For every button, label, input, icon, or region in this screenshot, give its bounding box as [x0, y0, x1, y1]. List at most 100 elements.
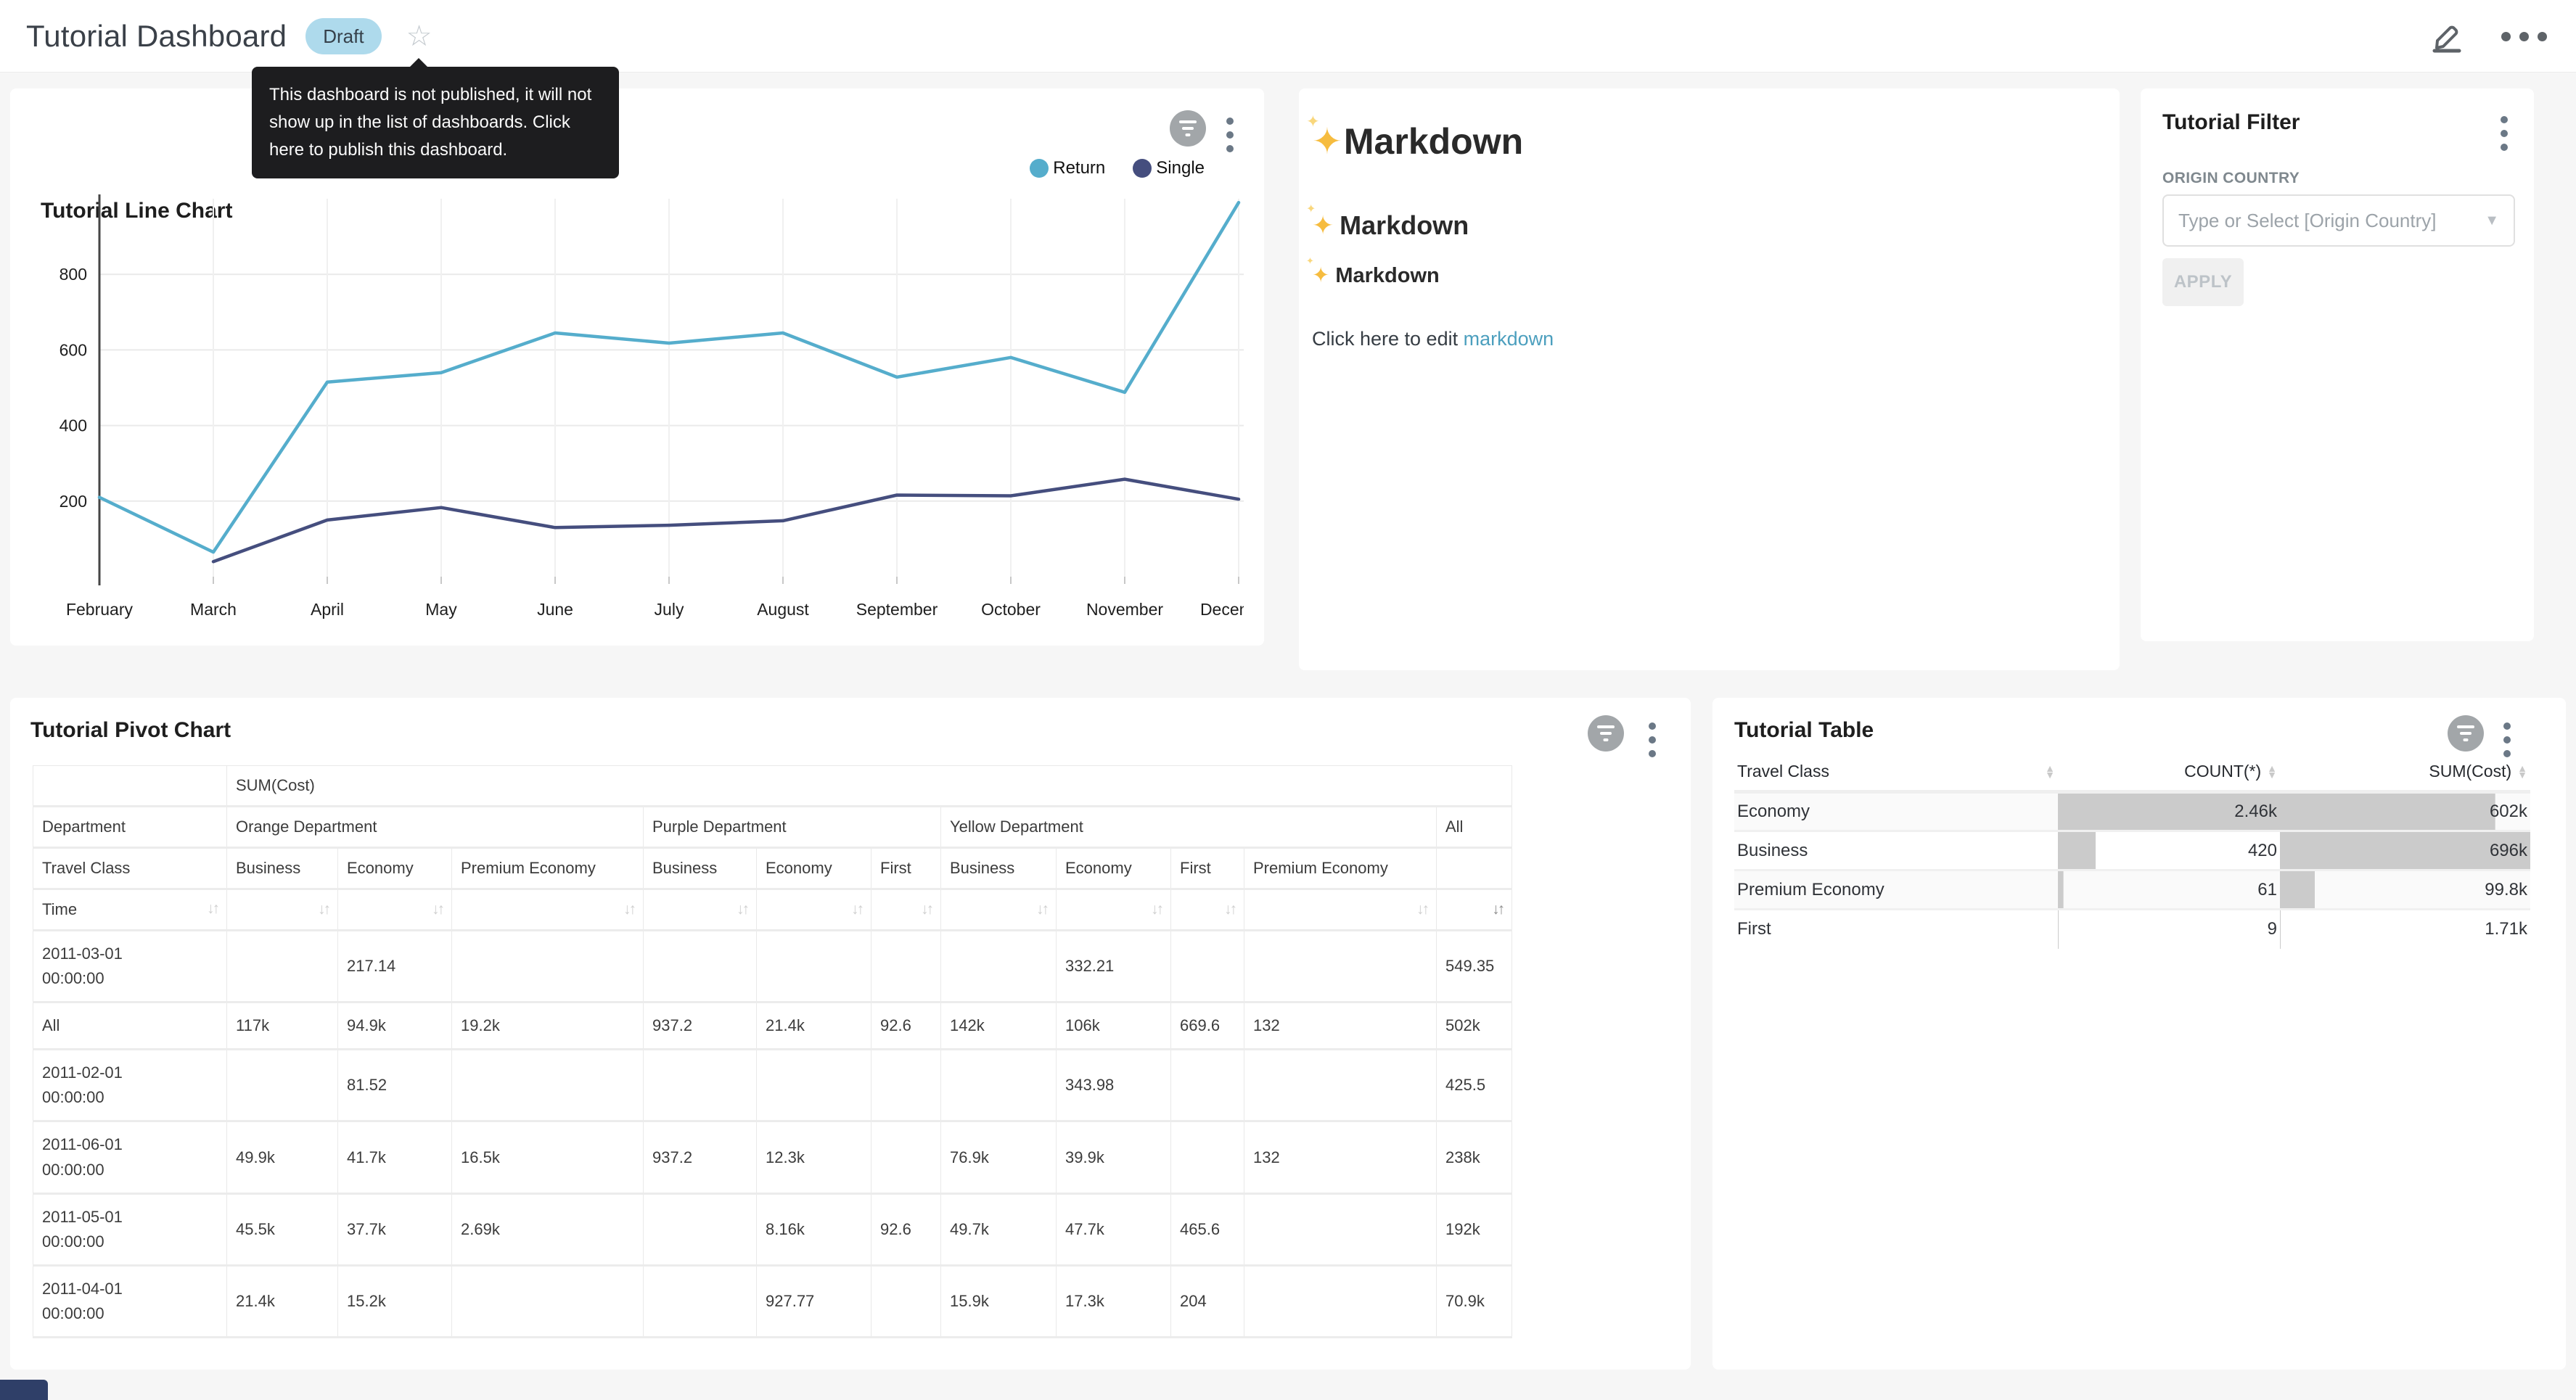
sort-toggle-icon[interactable]: ↓↑: [921, 901, 932, 918]
pivot-group-header: Purple Department: [644, 807, 941, 848]
sort-toggle-icon[interactable]: ↓↑: [1151, 901, 1162, 918]
pivot-table: SUM(Cost)DepartmentOrange DepartmentPurp…: [33, 765, 1514, 1338]
pivot-value-cell: [644, 1050, 757, 1121]
table-row[interactable]: Premium Economy 61 99.8k: [1734, 870, 2530, 910]
pivot-subcol-header: Economy: [757, 848, 871, 889]
pivot-value-cell: 465.6: [1171, 1193, 1244, 1265]
pivot-group-header: Yellow Department: [941, 807, 1437, 848]
svg-text:February: February: [66, 600, 134, 619]
table-row[interactable]: First 9 1.71k: [1734, 910, 2530, 949]
pivot-value-cell: 41.7k: [338, 1121, 452, 1193]
pivot-row-label: 2011-06-0100:00:00: [33, 1121, 227, 1193]
sort-toggle-icon[interactable]: ↓↑: [737, 901, 747, 918]
sort-carets-icon[interactable]: ▲▼: [2045, 765, 2055, 778]
col-header-travel-class[interactable]: Travel Class▲▼: [1734, 753, 2058, 792]
pivot-value-cell: 94.9k: [338, 1002, 452, 1050]
pivot-title: Tutorial Pivot Chart: [30, 718, 231, 743]
pivot-value-cell: [871, 1121, 941, 1193]
sort-toggle-icon[interactable]: ↓↑: [1036, 901, 1047, 918]
kebab-menu-icon[interactable]: [2498, 113, 2511, 154]
pivot-value-cell: [452, 1265, 644, 1337]
cell-travel-class: Premium Economy: [1734, 870, 2058, 910]
pivot-group-header: Orange Department: [227, 807, 644, 848]
filter-indicator-icon[interactable]: [1170, 110, 1206, 147]
pivot-value-cell: 92.6: [871, 1193, 941, 1265]
filter-title: Tutorial Filter: [2162, 110, 2300, 135]
sparkles-icon: [1312, 121, 1342, 162]
pivot-row-label: 2011-03-0100:00:00: [33, 931, 227, 1002]
pivot-value-cell: [1171, 1121, 1244, 1193]
pivot-value-cell: 343.98: [1057, 1050, 1171, 1121]
pivot-value-cell: [227, 1050, 338, 1121]
pivot-value-cell: 39.9k: [1057, 1121, 1171, 1193]
pivot-value-cell: [452, 931, 644, 1002]
pivot-value-cell: 49.9k: [227, 1121, 338, 1193]
cell-count: 420: [2058, 831, 2280, 870]
sort-carets-icon[interactable]: ▲▼: [2267, 765, 2277, 778]
pivot-value-cell: [1244, 931, 1437, 1002]
sort-descending-icon[interactable]: ↓↑: [1492, 901, 1503, 918]
line-chart-plot[interactable]: 200400600800FebruaryMarchAprilMayJuneJul…: [30, 181, 1244, 631]
filter-indicator-icon[interactable]: [1588, 715, 1624, 752]
edit-pencil-icon[interactable]: [2430, 20, 2464, 53]
pivot-value-cell: 132: [1244, 1002, 1437, 1050]
sort-toggle-icon[interactable]: ↓↑: [851, 901, 862, 918]
col-header-count[interactable]: COUNT(*)▲▼: [2058, 753, 2280, 792]
pivot-value-cell: 937.2: [644, 1121, 757, 1193]
pivot-value-cell: 332.21: [1057, 931, 1171, 1002]
legend-item-return[interactable]: Return: [1030, 158, 1105, 178]
pivot-value-cell: 8.16k: [757, 1193, 871, 1265]
pivot-value-cell: 15.9k: [941, 1265, 1057, 1337]
pivot-value-cell: [871, 1050, 941, 1121]
table-row[interactable]: Economy 2.46k 602k: [1734, 792, 2530, 831]
pivot-subcol-header: First: [871, 848, 941, 889]
pivot-subcol-header: Business: [941, 848, 1057, 889]
pivot-metric-label: SUM(Cost): [227, 766, 1512, 807]
cell-travel-class: Economy: [1734, 792, 2058, 831]
draft-badge[interactable]: Draft: [305, 18, 381, 54]
sort-toggle-icon[interactable]: ↓↑: [318, 901, 329, 918]
svg-text:December: December: [1200, 600, 1244, 619]
cell-sum-cost: 99.8k: [2280, 870, 2530, 910]
col-header-sum-cost[interactable]: SUM(Cost)▲▼: [2280, 753, 2530, 792]
pivot-travel-class-row: Travel ClassBusinessEconomyPremium Econo…: [33, 848, 1512, 889]
svg-text:July: July: [655, 600, 684, 619]
sort-toggle-icon[interactable]: ↓↑: [207, 900, 218, 918]
sort-toggle-icon[interactable]: ↓↑: [623, 901, 634, 918]
pivot-row-label: 2011-02-0100:00:00: [33, 1050, 227, 1121]
svg-text:June: June: [537, 600, 573, 619]
page-title: Tutorial Dashboard: [26, 19, 287, 54]
svg-text:September: September: [856, 600, 938, 619]
sort-toggle-icon[interactable]: ↓↑: [1224, 901, 1235, 918]
legend-item-single[interactable]: Single: [1133, 158, 1205, 178]
legend-dot-icon: [1133, 159, 1152, 178]
markdown-edit-link[interactable]: markdown: [1464, 328, 1554, 350]
kebab-menu-icon[interactable]: [1223, 115, 1236, 155]
star-icon[interactable]: ☆: [406, 22, 432, 51]
svg-text:800: 800: [60, 265, 87, 284]
sort-carets-icon[interactable]: ▲▼: [2517, 765, 2527, 778]
svg-text:March: March: [190, 600, 237, 619]
chart-legend[interactable]: Return Single: [1030, 158, 1205, 178]
pivot-row-axis-label: Travel Class: [33, 848, 227, 889]
pivot-value-cell: 204: [1171, 1265, 1244, 1337]
pivot-value-cell: 669.6: [1171, 1002, 1244, 1050]
sort-toggle-icon[interactable]: ↓↑: [432, 901, 443, 918]
apply-button[interactable]: APPLY: [2162, 258, 2244, 306]
origin-country-select[interactable]: Type or Select [Origin Country] ▼: [2162, 194, 2515, 247]
cell-sum-cost: 696k: [2280, 831, 2530, 870]
table-row[interactable]: Business 420 696k: [1734, 831, 2530, 870]
ellipsis-menu-icon[interactable]: [2501, 32, 2547, 41]
pivot-row-label: All: [33, 1002, 227, 1050]
pivot-data-row: 2011-04-0100:00:0021.4k15.2k927.7715.9k1…: [33, 1265, 1512, 1337]
chevron-down-icon: ▼: [2485, 213, 2499, 229]
filter-indicator-icon[interactable]: [2448, 715, 2484, 752]
pivot-value-cell: [1244, 1265, 1437, 1337]
kebab-menu-icon[interactable]: [1646, 720, 1659, 760]
pivot-col-axis-label: Department: [33, 807, 227, 848]
pivot-value-cell: 92.6: [871, 1002, 941, 1050]
publish-tooltip[interactable]: This dashboard is not published, it will…: [252, 67, 619, 178]
markdown-h2: Markdown: [1312, 210, 1469, 241]
pivot-value-cell: 45.5k: [227, 1193, 338, 1265]
sort-toggle-icon[interactable]: ↓↑: [1416, 901, 1427, 918]
